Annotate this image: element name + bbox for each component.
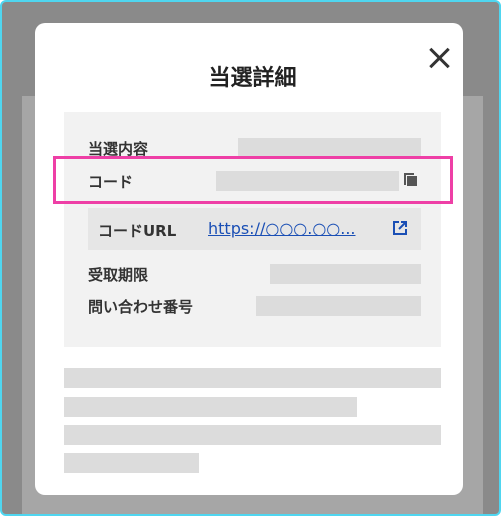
code-url-link[interactable]: https://○○○.○○...: [208, 219, 356, 238]
text-placeholder-line: [64, 397, 357, 417]
inquiry-label: 問い合わせ番号: [88, 298, 194, 316]
deadline-label: 受取期限: [88, 266, 149, 284]
external-link-icon[interactable]: [393, 221, 407, 235]
modal-title: 当選詳細: [208, 66, 297, 91]
code-url-label: コードURL: [98, 222, 177, 240]
text-placeholder-line: [64, 453, 199, 473]
text-placeholder-line: [64, 425, 441, 445]
deadline-value-placeholder: [270, 264, 421, 284]
text-placeholder-line: [64, 368, 441, 388]
prize-value-placeholder: [238, 138, 421, 158]
inquiry-value-placeholder: [256, 296, 421, 316]
screen-frame: 当選詳細 当選内容 コード コードURL https://○○○.○○... 受…: [0, 0, 501, 516]
code-row-highlight: [53, 156, 453, 204]
close-icon[interactable]: [428, 46, 450, 68]
